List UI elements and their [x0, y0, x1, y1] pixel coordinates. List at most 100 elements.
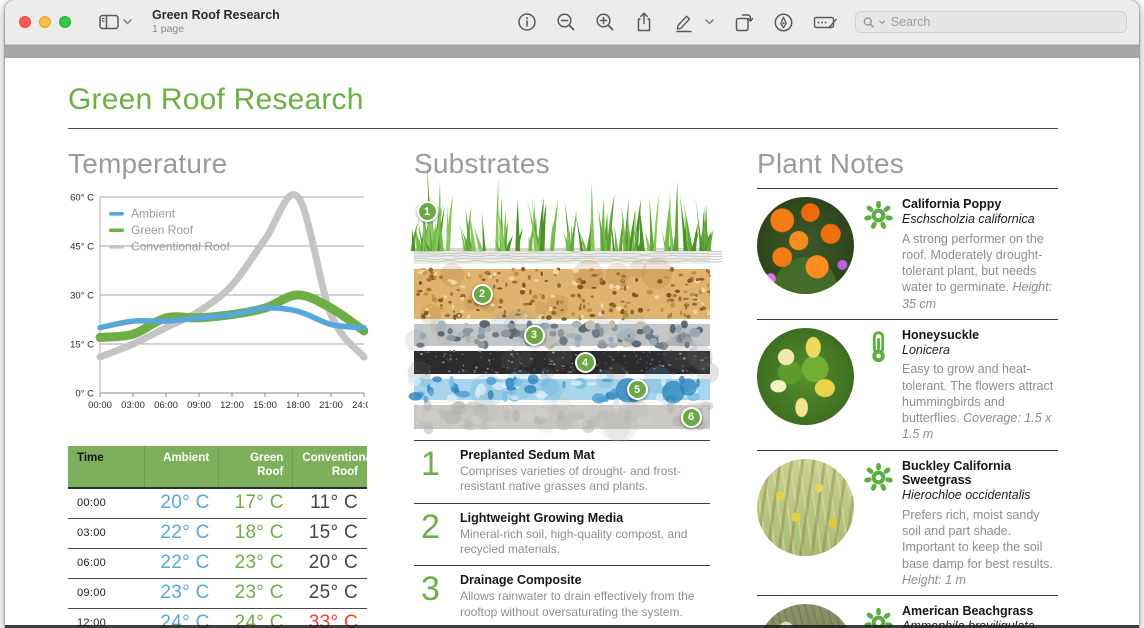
plant-photo-poppy — [757, 197, 854, 294]
substrate-list-item: 2Lightweight Growing MediaMineral-rich s… — [414, 503, 710, 566]
cell-green: 23° C — [219, 548, 293, 578]
info-button[interactable] — [515, 10, 539, 34]
cell-conventional: 25° C — [293, 578, 367, 608]
y-tick-label: 15° C — [70, 340, 94, 351]
substrate-description: Mineral-rich soil, high-quality compost,… — [460, 527, 710, 558]
table-row: 00:0020° C17° C11° C — [68, 488, 367, 519]
minimize-button[interactable] — [39, 16, 51, 28]
zoom-in-icon — [595, 12, 615, 32]
plant-text: California PoppyEschscholzia californica… — [902, 197, 1058, 312]
cell-ambient: 22° C — [145, 548, 219, 578]
legend-swatch — [109, 245, 124, 249]
legend-label: Green Roof — [131, 223, 194, 237]
markup-group — [671, 10, 716, 35]
plant-name: Buckley California Sweetgrass — [902, 459, 1058, 489]
table-row: 06:0022° C23° C20° C — [68, 548, 367, 578]
zoom-out-button[interactable] — [554, 10, 578, 34]
chevron-down-icon — [123, 19, 132, 25]
window-subtitle: 1 page — [152, 24, 280, 36]
legend-swatch — [109, 212, 124, 216]
preview-window: Green Roof Research 1 page — [5, 0, 1139, 628]
legend-swatch — [109, 229, 124, 233]
markup-pencil-icon — [673, 12, 694, 33]
substrate-number: 1 — [414, 447, 460, 495]
substrate-badge-3: 3 — [524, 325, 545, 346]
plant-description: A strong performer on the roof. Moderate… — [902, 231, 1058, 312]
content-background — [5, 45, 1139, 58]
substrate-diagram: 123456 — [414, 187, 710, 429]
column-header-green: Green Roof — [219, 446, 293, 488]
form-fill-button[interactable] — [811, 10, 840, 34]
substrate-list-item: 3Drainage CompositeAllows rainwater to d… — [414, 565, 710, 628]
y-tick-label: 30° C — [70, 291, 94, 302]
search-options-chevron-icon — [879, 20, 885, 25]
rotate-button[interactable] — [731, 10, 756, 35]
search-input[interactable] — [889, 14, 1119, 30]
legend-label: Ambient — [131, 207, 176, 221]
annotate-button[interactable] — [771, 10, 796, 35]
close-button[interactable] — [19, 16, 31, 28]
substrate-badge-4: 4 — [575, 352, 596, 373]
plant-description: Easy to grow and heat-tolerant. The flow… — [902, 361, 1058, 442]
substrate-title: Lightweight Growing Media — [460, 511, 710, 525]
markup-dropdown-button[interactable] — [703, 17, 716, 27]
plant-text: Buckley California SweetgrassHierochloe … — [902, 459, 1058, 589]
cell-ambient: 23° C — [145, 578, 219, 608]
temperature-chart: 60° C45° C30° C15° C0° C00:0003:0006:000… — [68, 187, 367, 426]
zoom-out-icon — [556, 12, 576, 32]
x-tick-label: 00:00 — [88, 400, 112, 411]
cell-time: 03:00 — [68, 518, 145, 548]
plants-section: Plant Notes California PoppyEschscholzia… — [757, 129, 1058, 628]
sidebar-toggle-button[interactable] — [95, 10, 136, 34]
cell-ambient: 20° C — [145, 488, 219, 519]
plant-text: HoneysuckleLoniceraEasy to grow and heat… — [902, 328, 1058, 443]
plant-entry: HoneysuckleLoniceraEasy to grow and heat… — [757, 319, 1058, 450]
x-tick-label: 12:00 — [220, 400, 244, 411]
share-button[interactable] — [632, 9, 656, 35]
substrate-description: Allows rainwater to drain effectively fr… — [460, 589, 710, 620]
plant-photo-sweetgrass — [757, 459, 854, 556]
plants-heading: Plant Notes — [757, 148, 1058, 180]
plant-name: California Poppy — [902, 197, 1058, 212]
table-row: 03:0022° C18° C15° C — [68, 518, 367, 548]
x-tick-label: 18:00 — [286, 400, 310, 411]
legend-label: Conventional Roof — [131, 240, 230, 254]
sedum-mat-layer — [414, 187, 710, 264]
plant-icon-cell — [861, 197, 895, 312]
cell-conventional: 20° C — [293, 548, 367, 578]
markup-button[interactable] — [671, 10, 696, 35]
document-page: Green Roof Research Temperature 60° C45°… — [5, 83, 1139, 628]
search-field[interactable] — [855, 11, 1127, 33]
substrate-badge-1: 1 — [417, 201, 438, 222]
column-header-ambient: Ambient — [145, 446, 219, 488]
x-tick-label: 21:00 — [319, 400, 343, 411]
column-header-conventional: Conventional Roof — [293, 446, 367, 488]
plant-entry: American BeachgrassAmmophila breviligula… — [757, 595, 1058, 628]
y-tick-label: 0° C — [75, 389, 94, 400]
plant-list: California PoppyEschscholzia californica… — [757, 188, 1058, 628]
plant-meta: Height: 35 cm — [902, 280, 1052, 310]
window-title-block: Green Roof Research 1 page — [152, 9, 280, 35]
document-title: Green Roof Research — [68, 83, 1058, 117]
zoom-in-button[interactable] — [593, 10, 617, 34]
titlebar: Green Roof Research 1 page — [5, 0, 1139, 45]
fullscreen-button[interactable] — [59, 16, 71, 28]
substrate-badge-2: 2 — [472, 284, 493, 305]
sun-icon — [863, 200, 894, 231]
table-body: 00:0020° C17° C11° C03:0022° C18° C15° C… — [68, 488, 367, 628]
table-header: TimeAmbientGreen RoofConventional Roof — [68, 446, 367, 488]
x-tick-label: 06:00 — [154, 400, 178, 411]
info-icon — [517, 12, 537, 32]
plant-latin-name: Lonicera — [902, 343, 1058, 358]
substrate-text: Drainage CompositeAllows rainwater to dr… — [460, 572, 710, 620]
plant-entry: California PoppyEschscholzia californica… — [757, 188, 1058, 319]
plant-meta: Coverage: 1.5 x 1.5 m — [902, 411, 1051, 441]
column-header-time: Time — [68, 446, 145, 488]
roof-deck-layer — [414, 405, 710, 429]
plant-name: American Beachgrass — [902, 604, 1058, 619]
cell-green: 18° C — [219, 518, 293, 548]
plant-icon-cell — [861, 328, 895, 443]
substrates-section: Substrates 123456 1Preplanted Sedum MatC… — [414, 129, 710, 628]
water-retention-layer — [414, 379, 710, 400]
substrate-text: Lightweight Growing Media Mineral-rich so… — [460, 510, 710, 558]
